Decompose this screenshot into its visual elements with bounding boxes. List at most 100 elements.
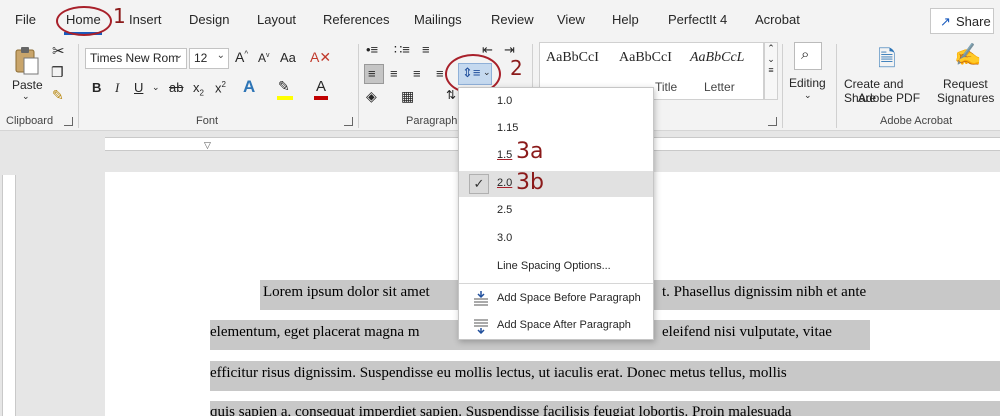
add-space-before-item[interactable]: Add Space Before Paragraph <box>459 286 653 312</box>
doc-line-4: quis sapien a, consequat imperdiet sapie… <box>210 404 792 416</box>
paste-label: Paste <box>12 78 43 92</box>
clear-formatting-icon[interactable]: A✕ <box>310 49 331 66</box>
chevron-up-icon: ⌃ <box>767 43 775 53</box>
font-name-combo[interactable]: Times New Rom ⌄ <box>85 48 187 69</box>
chevron-down-icon[interactable]: ⌄ <box>152 82 160 93</box>
tab-help[interactable]: Help <box>612 12 639 27</box>
strikethrough-icon[interactable]: ab <box>169 80 183 95</box>
italic-icon[interactable]: I <box>115 80 119 96</box>
style-name-letter: Letter <box>704 80 735 94</box>
underline-icon[interactable]: U <box>134 80 143 95</box>
share-label: Share <box>956 14 991 29</box>
numbering-icon[interactable]: ∷≡ <box>394 42 410 58</box>
chevron-down-icon: ⌄ <box>174 50 183 61</box>
editing-icon-box: ⌕ <box>794 42 822 70</box>
line-spacing-option-1-0[interactable]: 1.0 <box>459 89 653 115</box>
tab-acrobat[interactable]: Acrobat <box>755 12 800 27</box>
superscript-icon[interactable]: x2 <box>215 80 226 95</box>
share-button[interactable]: ↗ Share <box>930 8 994 34</box>
styles-gallery-scroll[interactable]: ⌃ ⌄ ≡ <box>764 42 778 100</box>
doc-line-2-right: eleifend nisi vulputate, vitae <box>662 324 832 340</box>
cut-icon[interactable]: ✂ <box>52 42 65 60</box>
editing-button[interactable]: ⌕ Editing ⌄ <box>786 42 830 108</box>
line-spacing-option-1-15[interactable]: 1.15 <box>459 116 653 142</box>
align-left-button[interactable]: ≡ <box>364 64 384 84</box>
tab-perfectit[interactable]: PerfectIt 4 <box>668 12 727 27</box>
subscript-icon[interactable]: x2 <box>193 80 204 98</box>
tab-layout[interactable]: Layout <box>257 12 296 27</box>
menu-separator <box>459 283 653 284</box>
signature-icon: ✍ <box>954 42 982 67</box>
doc-line-1-left: Lorem ipsum dolor sit amet <box>263 284 430 300</box>
bold-icon[interactable]: B <box>92 80 101 95</box>
paste-dropdown-icon[interactable]: ⌄ <box>22 91 30 102</box>
font-launcher-icon[interactable] <box>344 117 353 126</box>
group-label-font: Font <box>196 115 219 127</box>
tab-insert[interactable]: Insert <box>129 12 162 27</box>
create-pdf-icon: 🗎 <box>878 46 896 71</box>
option-label: 1.5 <box>497 149 513 161</box>
space-before-icon <box>474 291 488 306</box>
group-separator <box>782 44 783 128</box>
tab-file[interactable]: File <box>15 12 36 27</box>
styles-launcher-icon[interactable] <box>768 117 777 126</box>
bullets-icon[interactable]: •≡ <box>366 42 378 57</box>
annotation-1: 1 <box>113 4 126 28</box>
line-spacing-option-3-0[interactable]: 3.0 <box>459 226 653 252</box>
highlight-icon[interactable]: ✎ <box>278 78 290 95</box>
line-spacing-option-1-5[interactable]: 1.5 <box>459 143 653 169</box>
font-name-value: Times New Rom <box>90 51 179 65</box>
align-left-icon: ≡ <box>368 66 376 81</box>
shrink-font-icon[interactable]: Av <box>258 51 270 65</box>
chevron-down-icon: ⌄ <box>216 50 225 61</box>
space-after-icon <box>474 319 488 334</box>
font-color-icon[interactable]: A <box>316 78 326 95</box>
format-painter-icon[interactable]: ✎ <box>52 87 64 104</box>
text-effects-icon[interactable]: A <box>243 77 255 97</box>
group-label-clipboard: Clipboard <box>6 115 54 127</box>
tab-view[interactable]: View <box>557 12 585 27</box>
align-right-icon[interactable]: ≡ <box>413 66 421 81</box>
clipboard-launcher-icon[interactable] <box>64 117 73 126</box>
tab-review[interactable]: Review <box>491 12 534 27</box>
option-label: Add Space Before Paragraph <box>497 292 641 304</box>
option-label: Add Space After Paragraph <box>497 319 631 331</box>
option-label: 1.15 <box>497 122 519 134</box>
annotation-2: 2 <box>510 56 523 80</box>
line-spacing-option-2-5[interactable]: 2.5 <box>459 198 653 224</box>
group-separator <box>78 44 79 128</box>
editing-label: Editing <box>789 76 826 90</box>
borders-icon[interactable]: ▦ <box>401 88 414 105</box>
style-preview: AaBbCcI <box>619 50 672 65</box>
share-icon: ↗ <box>940 14 951 29</box>
request-label-1: Request <box>943 77 988 91</box>
tab-references[interactable]: References <box>323 12 389 27</box>
font-color-bar <box>314 96 328 100</box>
font-size-value: 12 <box>194 51 208 65</box>
request-signatures-button[interactable]: ✍ Request Signatures <box>934 42 998 108</box>
option-label: 3.0 <box>497 232 513 244</box>
create-share-pdf-button[interactable]: 🗎 Create and Share Adobe PDF <box>840 42 936 108</box>
paste-button[interactable]: Paste ⌄ <box>8 44 46 104</box>
add-space-after-item[interactable]: Add Space After Paragraph <box>459 313 653 339</box>
tab-mailings[interactable]: Mailings <box>414 12 462 27</box>
option-label: 2.5 <box>497 204 513 216</box>
group-label-acrobat: Adobe Acrobat <box>880 115 953 127</box>
grow-font-icon[interactable]: A^ <box>235 49 248 65</box>
style-preview: AaBbCcL <box>690 50 745 65</box>
option-label: 2.0 <box>497 177 513 189</box>
align-center-icon[interactable]: ≡ <box>390 66 398 81</box>
indent-marker-icon[interactable]: ▽ <box>204 140 211 151</box>
change-case-icon[interactable]: Aa <box>280 50 296 65</box>
font-size-combo[interactable]: 12 ⌄ <box>189 48 229 69</box>
paste-icon <box>15 47 39 75</box>
copy-icon[interactable]: ❐ <box>51 64 64 81</box>
justify-icon[interactable]: ≡ <box>436 66 444 81</box>
tab-design[interactable]: Design <box>189 12 229 27</box>
multilevel-list-icon[interactable]: ≡ <box>422 42 430 57</box>
checkmark-icon: ✓ <box>469 174 489 194</box>
line-spacing-option-2-0[interactable]: ✓ 2.0 <box>459 171 653 197</box>
shading-icon[interactable]: ◈ <box>366 88 377 105</box>
line-spacing-options-item[interactable]: Line Spacing Options... <box>459 254 653 280</box>
sort-icon[interactable]: ⇅ <box>446 88 456 102</box>
